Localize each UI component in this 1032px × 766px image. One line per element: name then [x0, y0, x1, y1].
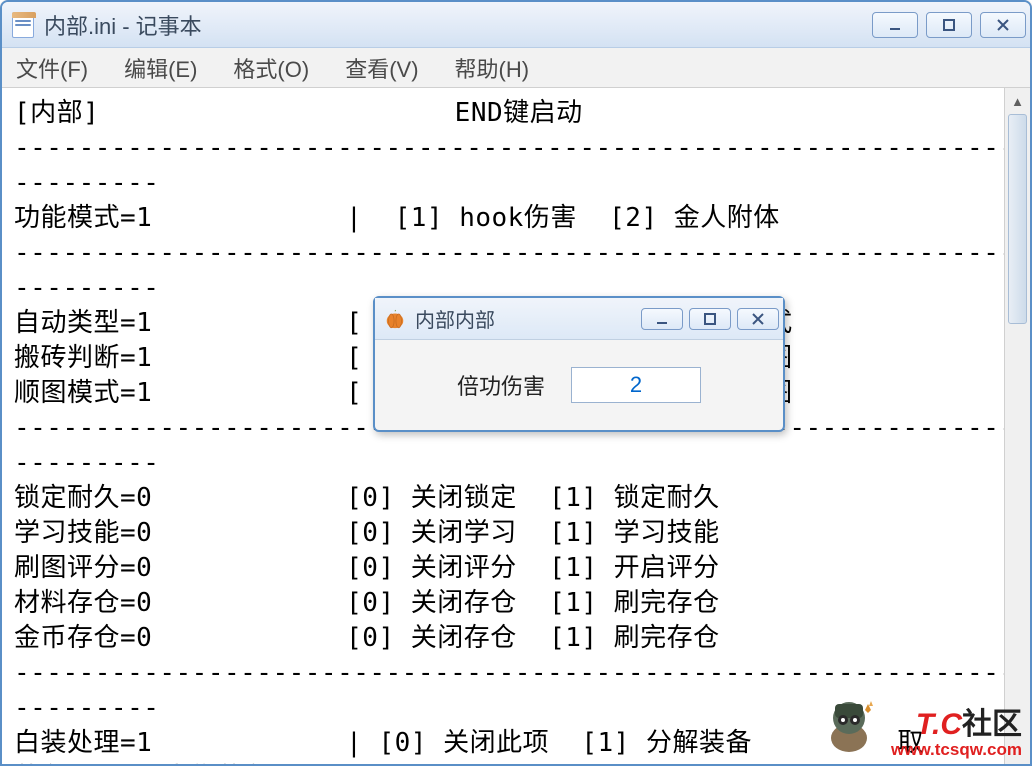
pumpkin-icon: [383, 307, 407, 331]
menu-format[interactable]: 格式(O): [229, 50, 313, 86]
menu-edit[interactable]: 编辑(E): [120, 50, 201, 86]
minimize-icon: [655, 312, 669, 326]
menu-file[interactable]: 文件(F): [12, 50, 92, 86]
notepad-icon: [12, 12, 34, 38]
watermark: T.C社区 www.tcsqw.com: [813, 688, 1022, 760]
watermark-url: www.tcsqw.com: [891, 741, 1022, 760]
dialog-minimize-button[interactable]: [641, 308, 683, 330]
minimize-icon: [888, 18, 902, 32]
dialog-maximize-button[interactable]: [689, 308, 731, 330]
watermark-character-icon: [813, 688, 885, 760]
maximize-icon: [703, 312, 717, 326]
watermark-brand-suffix: 社区: [962, 708, 1022, 741]
close-button[interactable]: [980, 12, 1026, 38]
maximize-icon: [942, 18, 956, 32]
minimize-button[interactable]: [872, 12, 918, 38]
watermark-text: T.C社区 www.tcsqw.com: [891, 708, 1022, 760]
scroll-up-arrow[interactable]: ▲: [1005, 88, 1030, 114]
vertical-scrollbar[interactable]: ▲: [1004, 88, 1030, 764]
scroll-thumb[interactable]: [1008, 114, 1027, 324]
damage-label: 倍功伤害: [457, 369, 545, 401]
menubar: 文件(F) 编辑(E) 格式(O) 查看(V) 帮助(H): [2, 48, 1030, 88]
dialog-body: 倍功伤害: [375, 340, 783, 430]
close-icon: [996, 18, 1010, 32]
watermark-brand-prefix: T.C: [916, 708, 962, 741]
dialog-titlebar[interactable]: 内部内部: [375, 298, 783, 340]
maximize-button[interactable]: [926, 12, 972, 38]
damage-dialog: 内部内部 倍功伤害: [373, 296, 785, 432]
window-title: 内部.ini - 记事本: [44, 9, 872, 41]
menu-view[interactable]: 查看(V): [341, 50, 422, 86]
menu-help[interactable]: 帮助(H): [451, 50, 534, 86]
close-icon: [751, 312, 765, 326]
titlebar[interactable]: 内部.ini - 记事本: [2, 2, 1030, 48]
dialog-close-button[interactable]: [737, 308, 779, 330]
damage-input[interactable]: [571, 367, 701, 403]
dialog-controls: [641, 308, 779, 330]
dialog-title: 内部内部: [415, 304, 641, 333]
window-controls: [872, 12, 1026, 38]
